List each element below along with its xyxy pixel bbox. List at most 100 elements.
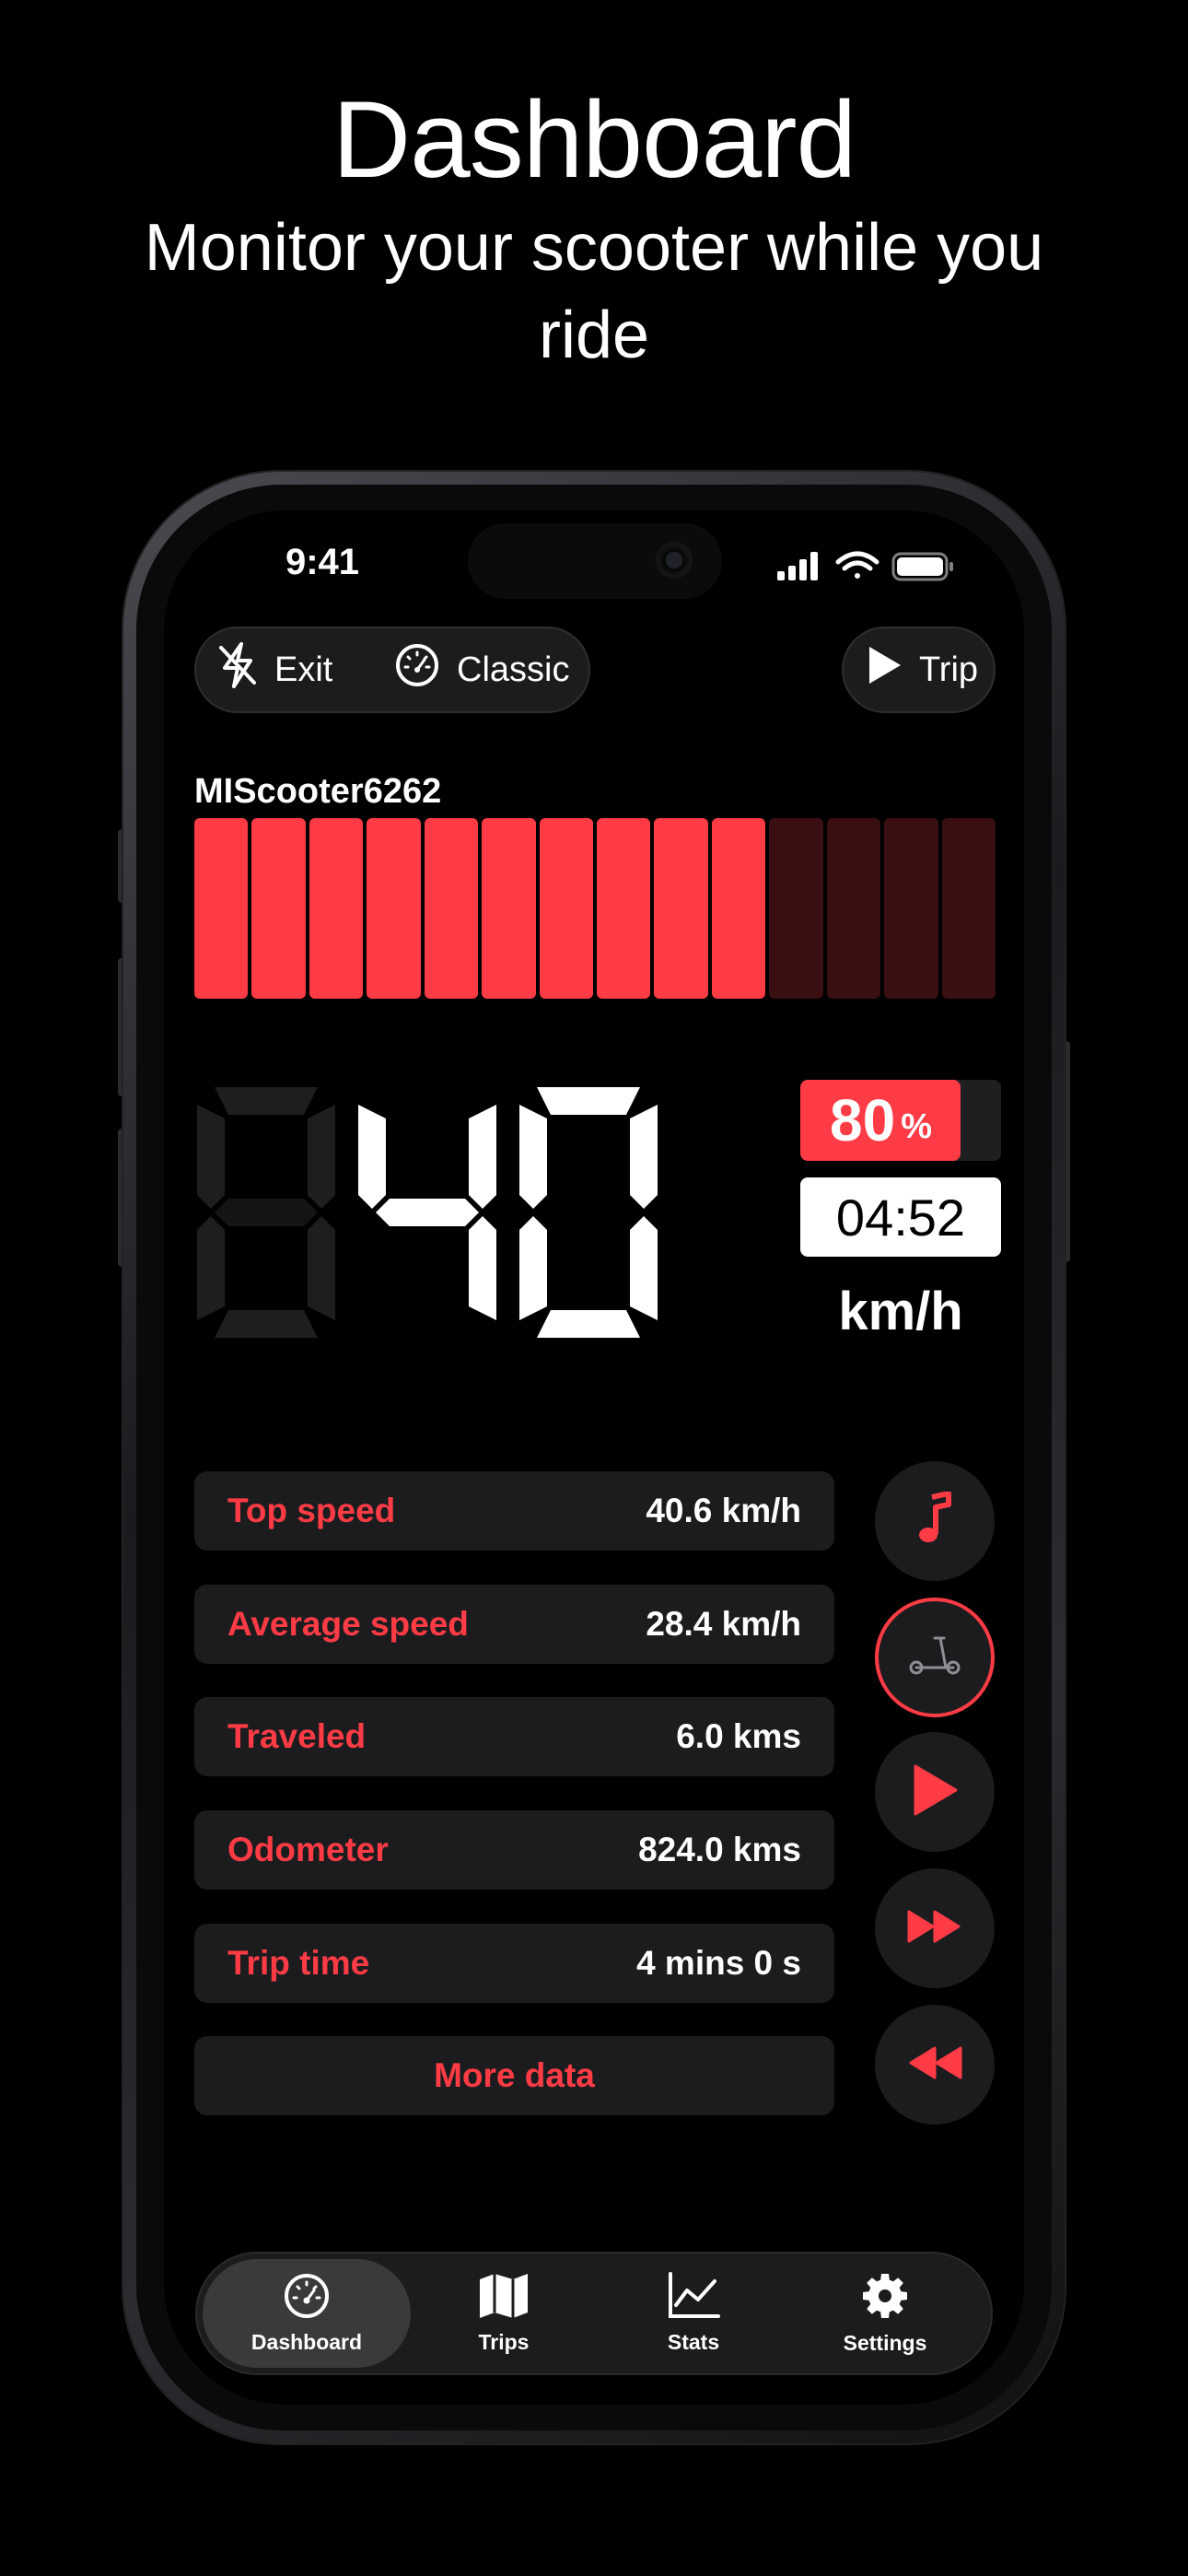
digit-segment bbox=[537, 1087, 640, 1115]
stat-value: 40.6 km/h bbox=[646, 1492, 801, 1529]
stat-row-trip-time: Trip time 4 mins 0 s bbox=[194, 1924, 834, 2003]
tab-settings[interactable]: Settings bbox=[781, 2259, 989, 2368]
lightning-off-icon bbox=[217, 642, 258, 697]
digit-segment bbox=[519, 1216, 547, 1320]
gauge-segment-lit bbox=[482, 818, 536, 999]
digit-segment bbox=[197, 1105, 225, 1209]
gauge-segment-lit bbox=[309, 818, 364, 999]
stat-label: Top speed bbox=[227, 1492, 396, 1529]
chart-icon bbox=[667, 2272, 720, 2324]
speed-unit: km/h bbox=[838, 1282, 963, 1341]
digit-segment bbox=[537, 1199, 640, 1226]
gauge-segment-lit bbox=[367, 818, 421, 999]
stat-value: 28.4 km/h bbox=[646, 1605, 801, 1643]
digit-segment bbox=[630, 1216, 658, 1320]
fast-forward-icon bbox=[907, 1910, 962, 1948]
gear-icon bbox=[860, 2271, 910, 2325]
trip-button-content: Trip bbox=[866, 647, 978, 693]
gauge-segment-lit bbox=[194, 818, 249, 999]
digit-segment bbox=[215, 1310, 318, 1338]
exit-button[interactable]: Exit bbox=[217, 642, 333, 693]
digit-segment bbox=[376, 1199, 479, 1226]
digit-segment bbox=[215, 1199, 318, 1226]
digit-segment bbox=[469, 1105, 496, 1209]
tab-label: Dashboard bbox=[250, 2330, 363, 2354]
stat-label: Traveled bbox=[227, 1717, 367, 1755]
speed-readout: 040 bbox=[193, 1087, 672, 1345]
digit-segment bbox=[630, 1105, 658, 1209]
play-button[interactable] bbox=[875, 1732, 995, 1852]
play-icon bbox=[866, 645, 903, 695]
status-time: 9:41 bbox=[285, 542, 360, 582]
stat-row-average-speed: Average speed 28.4 km/h bbox=[194, 1585, 834, 1664]
tab-stats[interactable]: Stats bbox=[589, 2259, 798, 2368]
stat-row-top-speed: Top speed 40.6 km/h bbox=[194, 1471, 834, 1551]
digit-segment bbox=[308, 1216, 335, 1320]
digit-segment bbox=[376, 1310, 479, 1338]
digit-segment bbox=[469, 1216, 496, 1320]
digit-segment bbox=[519, 1105, 547, 1209]
tab-label: Stats bbox=[667, 2330, 720, 2354]
fast-forward-button[interactable] bbox=[875, 1868, 995, 1988]
gauge-segment-lit bbox=[597, 818, 651, 999]
digit-segment bbox=[376, 1087, 479, 1115]
map-icon bbox=[478, 2272, 530, 2324]
stat-value: 6.0 kms bbox=[676, 1717, 801, 1755]
gauge-segment-dim bbox=[884, 818, 938, 999]
digit-segment bbox=[358, 1216, 386, 1320]
promo-subtitle: Monitor your scooter while you ride bbox=[144, 211, 1044, 372]
stat-value: 4 mins 0 s bbox=[636, 1944, 801, 1982]
gauge-segment-dim bbox=[941, 818, 996, 999]
gauge-segment-lit bbox=[654, 818, 708, 999]
gauge-icon bbox=[283, 2272, 331, 2324]
battery-percent-symbol: % bbox=[901, 1107, 932, 1146]
trip-label: Trip bbox=[919, 650, 979, 689]
phone-frame bbox=[123, 472, 1065, 2443]
signal-icon bbox=[777, 552, 818, 580]
stat-label: Trip time bbox=[227, 1944, 370, 1982]
classic-button[interactable]: Classic bbox=[394, 644, 570, 693]
gauge-segment-lit bbox=[539, 818, 593, 999]
digit-segment bbox=[308, 1105, 335, 1209]
ride-clock: 04:52 bbox=[800, 1177, 1001, 1257]
battery-indicator: 80% bbox=[800, 1080, 1001, 1161]
digit-segment bbox=[358, 1105, 386, 1209]
status-icons bbox=[774, 547, 958, 584]
gauge-segment-lit bbox=[251, 818, 306, 999]
play-icon bbox=[910, 1764, 960, 1821]
stat-label: Odometer bbox=[227, 1831, 389, 1868]
speedometer-icon bbox=[394, 642, 440, 697]
battery-value: 80 bbox=[830, 1087, 896, 1153]
tab-label: Settings bbox=[843, 2331, 927, 2355]
tab-dashboard[interactable]: Dashboard bbox=[203, 2259, 411, 2368]
tab-label: Trips bbox=[478, 2330, 530, 2354]
scooter-button[interactable] bbox=[875, 1598, 995, 1717]
battery-status-icon bbox=[891, 552, 953, 581]
tab-trips[interactable]: Trips bbox=[400, 2259, 608, 2368]
digit-segment bbox=[537, 1310, 640, 1338]
stat-row-odometer: Odometer 824.0 kms bbox=[194, 1810, 834, 1890]
camera-icon bbox=[656, 542, 693, 579]
gauge-segment-dim bbox=[826, 818, 881, 999]
music-button[interactable] bbox=[875, 1461, 995, 1581]
digit-segment bbox=[197, 1216, 225, 1320]
digit-segment bbox=[215, 1087, 318, 1115]
promo-title: Dashboard bbox=[332, 79, 856, 201]
gauge-segment-lit bbox=[424, 818, 479, 999]
more-data-button[interactable]: More data bbox=[194, 2036, 834, 2115]
classic-label: Classic bbox=[457, 650, 570, 689]
gauge-segment-dim bbox=[769, 818, 823, 999]
rewind-icon bbox=[907, 2046, 962, 2084]
stat-label: Average speed bbox=[227, 1605, 469, 1643]
device-name: MIScooter6262 bbox=[194, 772, 442, 811]
music-note-icon bbox=[912, 1490, 958, 1551]
rewind-button[interactable] bbox=[875, 2005, 995, 2125]
more-data-label: More data bbox=[434, 2056, 595, 2094]
exit-label: Exit bbox=[274, 650, 333, 689]
stat-value: 824.0 kms bbox=[638, 1831, 801, 1868]
speed-gauge bbox=[194, 818, 996, 999]
gauge-segment-lit bbox=[711, 818, 766, 999]
tab-bar: Dashboard Trips Stats Settings bbox=[195, 2252, 993, 2375]
scooter-icon bbox=[907, 1633, 962, 1683]
stat-row-traveled: Traveled 6.0 kms bbox=[194, 1697, 834, 1776]
